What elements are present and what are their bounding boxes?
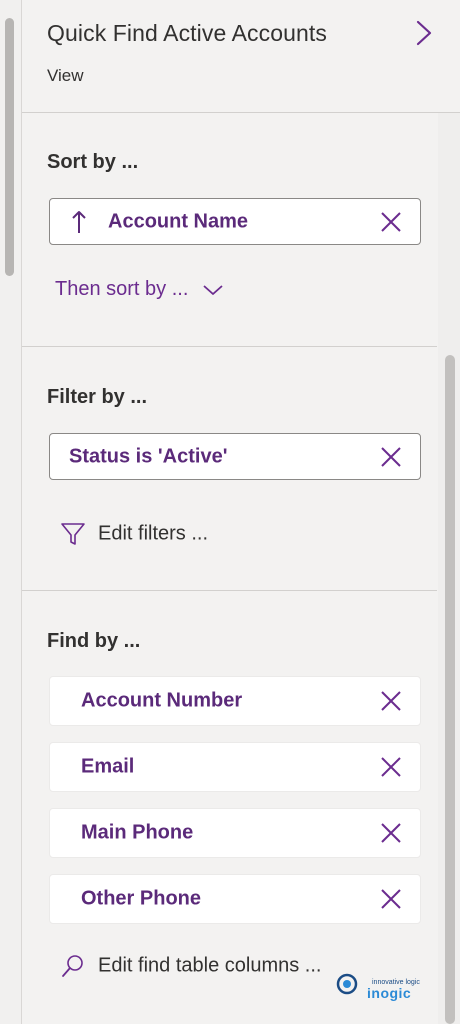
view-title: Quick Find Active Accounts xyxy=(47,20,328,46)
chevron-down-icon xyxy=(203,285,223,295)
sort-chip-label: Account Name xyxy=(108,210,249,232)
chevron-right-icon[interactable] xyxy=(412,18,436,48)
funnel-icon xyxy=(61,523,85,545)
find-column-chip[interactable]: Other Phone xyxy=(49,874,421,924)
right-scrollbar[interactable] xyxy=(438,113,460,1024)
find-section-title: Find by ... xyxy=(47,630,141,652)
find-column-chip[interactable]: Email xyxy=(49,742,421,792)
view-properties-panel: Quick Find Active Accounts View Sort by … xyxy=(22,0,460,1024)
close-icon[interactable] xyxy=(380,211,402,233)
close-icon[interactable] xyxy=(380,756,402,778)
close-icon[interactable] xyxy=(380,446,402,468)
section-divider xyxy=(22,346,437,347)
find-column-chip[interactable]: Account Number xyxy=(49,676,421,726)
view-subtitle: View xyxy=(47,66,84,85)
filter-section-title: Filter by ... xyxy=(47,386,148,408)
find-column-chip[interactable]: Main Phone xyxy=(49,808,421,858)
left-scrollbar[interactable] xyxy=(0,0,22,1024)
close-icon[interactable] xyxy=(380,822,402,844)
search-icon xyxy=(62,955,83,977)
find-column-label: Account Number xyxy=(81,689,243,712)
filter-chip-label: Status is 'Active' xyxy=(69,445,228,467)
find-column-label: Email xyxy=(81,755,135,778)
logo-wordmark: inogic xyxy=(367,985,412,1001)
edit-filters-button[interactable]: Edit filters ... xyxy=(60,521,208,547)
section-divider xyxy=(22,590,437,591)
then-sort-by-label: Then sort by ... xyxy=(55,278,189,300)
edit-find-columns-label: Edit find table columns ... xyxy=(98,954,322,977)
arrow-up-icon xyxy=(72,210,86,233)
edit-filters-label: Edit filters ... xyxy=(98,522,209,545)
sort-section-title: Sort by ... xyxy=(47,151,139,173)
sort-chip[interactable]: Account Name xyxy=(49,198,421,245)
close-icon[interactable] xyxy=(380,690,402,712)
panel-content: Sort by ... Account Name Then sort by ..… xyxy=(22,113,437,1024)
then-sort-by-button[interactable]: Then sort by ... xyxy=(55,278,224,301)
edit-find-columns-button[interactable]: Edit find table columns ... xyxy=(60,953,321,979)
panel-header: Quick Find Active Accounts View xyxy=(22,0,460,113)
find-column-label: Main Phone xyxy=(81,821,194,844)
left-scrollbar-thumb[interactable] xyxy=(5,18,14,276)
find-column-label: Other Phone xyxy=(81,887,202,910)
right-scrollbar-thumb[interactable] xyxy=(445,355,455,1024)
filter-chip[interactable]: Status is 'Active' xyxy=(49,433,421,480)
close-icon[interactable] xyxy=(380,888,402,910)
